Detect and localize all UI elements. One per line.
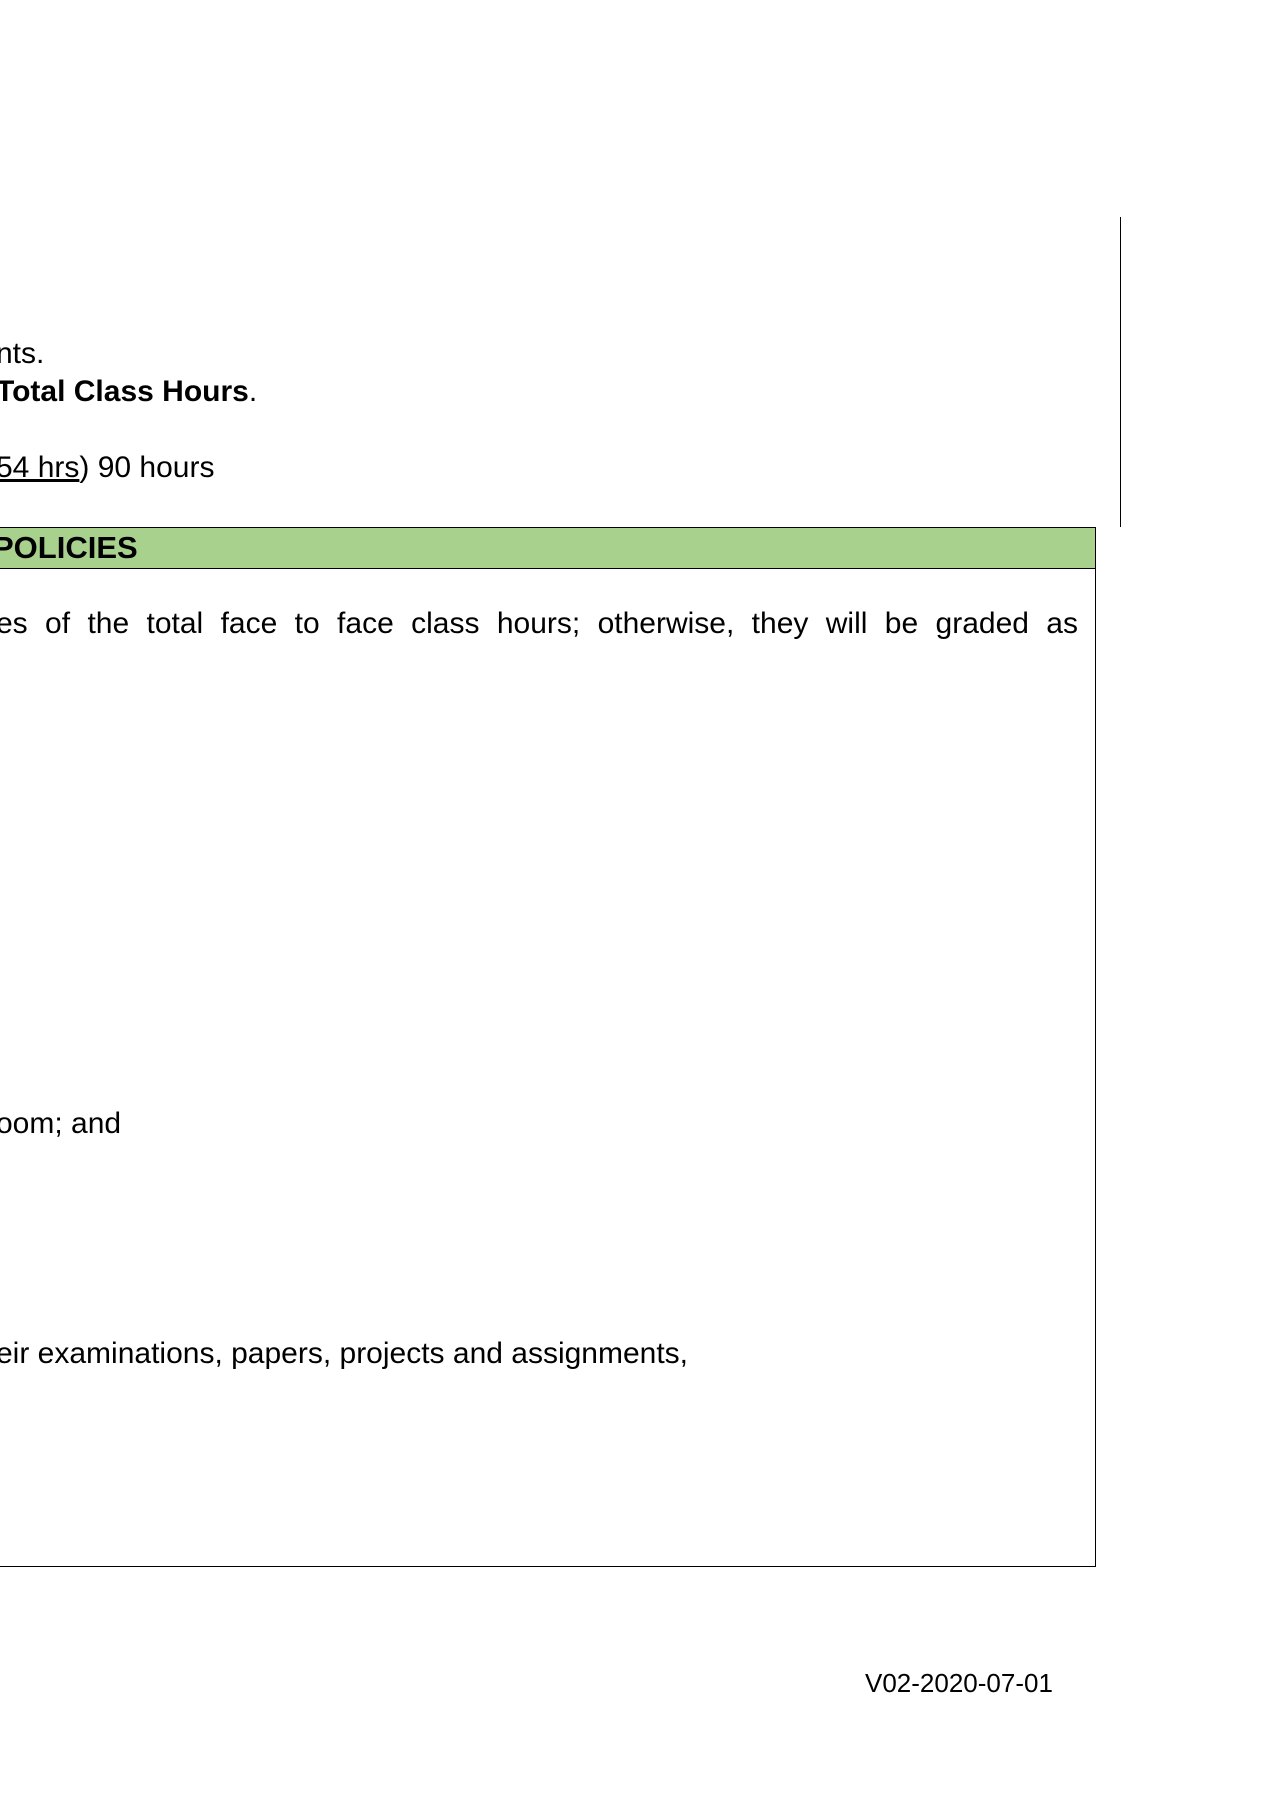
text-line-1: nts. bbox=[0, 336, 44, 372]
hours-underlined: 54 hrs bbox=[0, 451, 80, 484]
text-line-hours: 54 hrs) 90 hours bbox=[0, 450, 214, 486]
policy-paragraph-room: oom; and bbox=[0, 1106, 121, 1142]
policies-header-title: POLICIES bbox=[0, 530, 138, 565]
policy-paragraph-attendance: es of the total face to face class hours… bbox=[0, 606, 1078, 642]
policy-attendance-text: es of the total face to face class hours… bbox=[0, 607, 1078, 640]
hours-total: ) 90 hours bbox=[79, 451, 215, 484]
total-class-hours-period: . bbox=[248, 375, 258, 408]
policies-box: POLICIES bbox=[0, 527, 1096, 1567]
text-line-total-class-hours: Total Class Hours. bbox=[0, 374, 257, 410]
policy-paragraph-examinations: eir examinations, papers, projects and a… bbox=[0, 1336, 688, 1372]
fragment-nts: nts. bbox=[0, 337, 45, 370]
policy-room-text: oom; and bbox=[0, 1107, 122, 1140]
vertical-divider bbox=[1120, 217, 1121, 527]
total-class-hours-label: Total Class Hours bbox=[0, 375, 249, 408]
version-label: V02-2020-07-01 bbox=[865, 1668, 1053, 1698]
policy-examinations-text: eir examinations, papers, projects and a… bbox=[0, 1337, 689, 1370]
policies-header: POLICIES bbox=[0, 528, 1095, 569]
